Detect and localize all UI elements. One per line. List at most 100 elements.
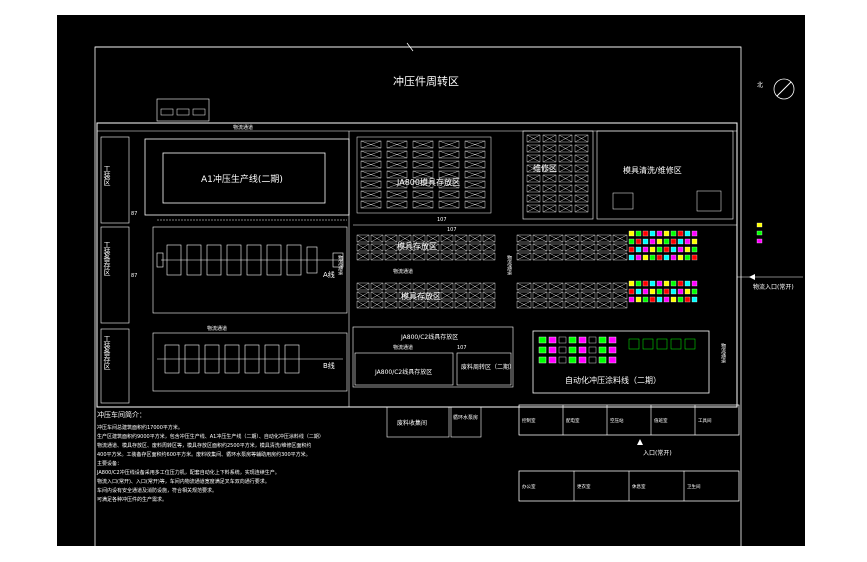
equipment-marker <box>663 238 670 245</box>
rack-cell <box>558 134 573 143</box>
note-line: JA800/C2冲压线设备采用多工位压力机，配套自动化上下料系统，实现连续生产。 <box>96 469 280 476</box>
rack-cell <box>482 282 496 291</box>
rack-cell <box>426 252 440 261</box>
rack-cell <box>440 291 454 300</box>
equipment-marker <box>642 280 649 287</box>
equipment-marker <box>642 238 649 245</box>
rack-cell <box>412 300 426 309</box>
rack-cell <box>412 190 434 199</box>
equipment-marker <box>656 238 663 245</box>
rack-cell <box>542 174 557 183</box>
auto-equipment <box>608 356 617 364</box>
rack-cell <box>412 160 434 169</box>
rack-cell <box>532 282 548 291</box>
rack-cell <box>574 144 589 153</box>
channel-label-b: 物流通道 <box>207 325 227 332</box>
mold-store-mid-label: 模具存放区 <box>397 241 437 251</box>
arrow-left-icon <box>749 274 755 280</box>
rack-cell <box>542 154 557 163</box>
equipment-marker <box>635 246 642 253</box>
rack-cell <box>356 282 370 291</box>
equipment-marker <box>635 238 642 245</box>
auto-equipment <box>628 338 640 350</box>
rack-cell <box>438 170 460 179</box>
equipment-marker <box>670 296 677 303</box>
auto-equipment <box>608 336 617 344</box>
rack-cell <box>370 234 384 243</box>
rack-cell <box>370 282 384 291</box>
compass-icon <box>773 78 795 100</box>
equipment-marker <box>656 296 663 303</box>
room-label: 配电室 <box>566 417 580 424</box>
equipment-marker <box>663 288 670 295</box>
equipment-marker <box>656 280 663 287</box>
equipment-marker <box>684 246 691 253</box>
pump-room-label: 循环水泵房 <box>453 414 478 421</box>
equipment-marker <box>691 254 698 261</box>
mold-repair-label: 模具清洗/维修区 <box>623 165 682 175</box>
rack-cell <box>558 144 573 153</box>
auto-equipment <box>578 356 587 364</box>
rack-cell <box>612 291 628 300</box>
rack-cell <box>596 282 612 291</box>
rack-cell <box>412 150 434 159</box>
mold-store-top-label: JA800模具存放区 <box>396 177 460 187</box>
arrow-up-icon <box>637 439 643 445</box>
rack-cell <box>440 300 454 309</box>
equipment-marker <box>649 280 656 287</box>
auto-equipment <box>608 346 617 354</box>
rack-cell <box>580 282 596 291</box>
equipment-marker <box>663 246 670 253</box>
auto-equipment <box>538 346 547 354</box>
equipment-marker <box>649 230 656 237</box>
rack-cell <box>580 234 596 243</box>
rack-cell <box>564 243 580 252</box>
rack-cell <box>596 252 612 261</box>
auto-equipment <box>684 338 696 350</box>
note-line: 车间内设有安全通道及消防设施，符合相关规范要求。 <box>97 487 217 494</box>
rack-cell <box>548 282 564 291</box>
auto-equipment <box>558 346 567 354</box>
equipment-marker <box>628 246 635 253</box>
rack-cell <box>412 252 426 261</box>
equipment-marker <box>642 246 649 253</box>
equipment-marker <box>649 246 656 253</box>
rack-cell <box>574 134 589 143</box>
equipment-marker <box>635 280 642 287</box>
rack-cell <box>360 190 382 199</box>
equipment-marker <box>628 288 635 295</box>
rack-cell <box>468 234 482 243</box>
rack-cell <box>370 300 384 309</box>
press-zone-label: 废料收集间 <box>397 419 427 427</box>
room-label: 休息室 <box>632 483 646 490</box>
auto-equipment <box>598 346 607 354</box>
rack-cell <box>574 154 589 163</box>
rack-cell <box>468 282 482 291</box>
rack-cell <box>526 174 541 183</box>
legend-swatches <box>756 222 763 244</box>
tool-zone-2: 工装备存区 <box>103 241 111 276</box>
equipment-marker <box>684 280 691 287</box>
rack-cell <box>548 300 564 309</box>
equipment-marker <box>656 288 663 295</box>
rack-cell <box>454 252 468 261</box>
tool-zone-3: 工装备存区 <box>103 335 111 370</box>
rack-cell <box>464 150 486 159</box>
equipment-marker <box>691 296 698 303</box>
auto-equipment <box>538 356 547 364</box>
rack-cell <box>564 291 580 300</box>
repair-zone-label: 维修区 <box>533 163 557 173</box>
equipment-marker <box>635 254 642 261</box>
b-line-label: B线 <box>323 361 335 370</box>
rack-cell <box>574 194 589 203</box>
rack-cell <box>438 190 460 199</box>
rack-cell <box>438 150 460 159</box>
note-line: 物流入口(常开)、入口(常开)等，车间内物流通道宽度满足叉车双向通行要求。 <box>97 478 270 485</box>
equipment-marker <box>670 280 677 287</box>
rack-cell <box>564 234 580 243</box>
rack-cell <box>384 282 398 291</box>
rack-cell <box>398 252 412 261</box>
auto-equipment <box>588 346 597 354</box>
rack-cell <box>384 252 398 261</box>
rack-cell <box>482 234 496 243</box>
